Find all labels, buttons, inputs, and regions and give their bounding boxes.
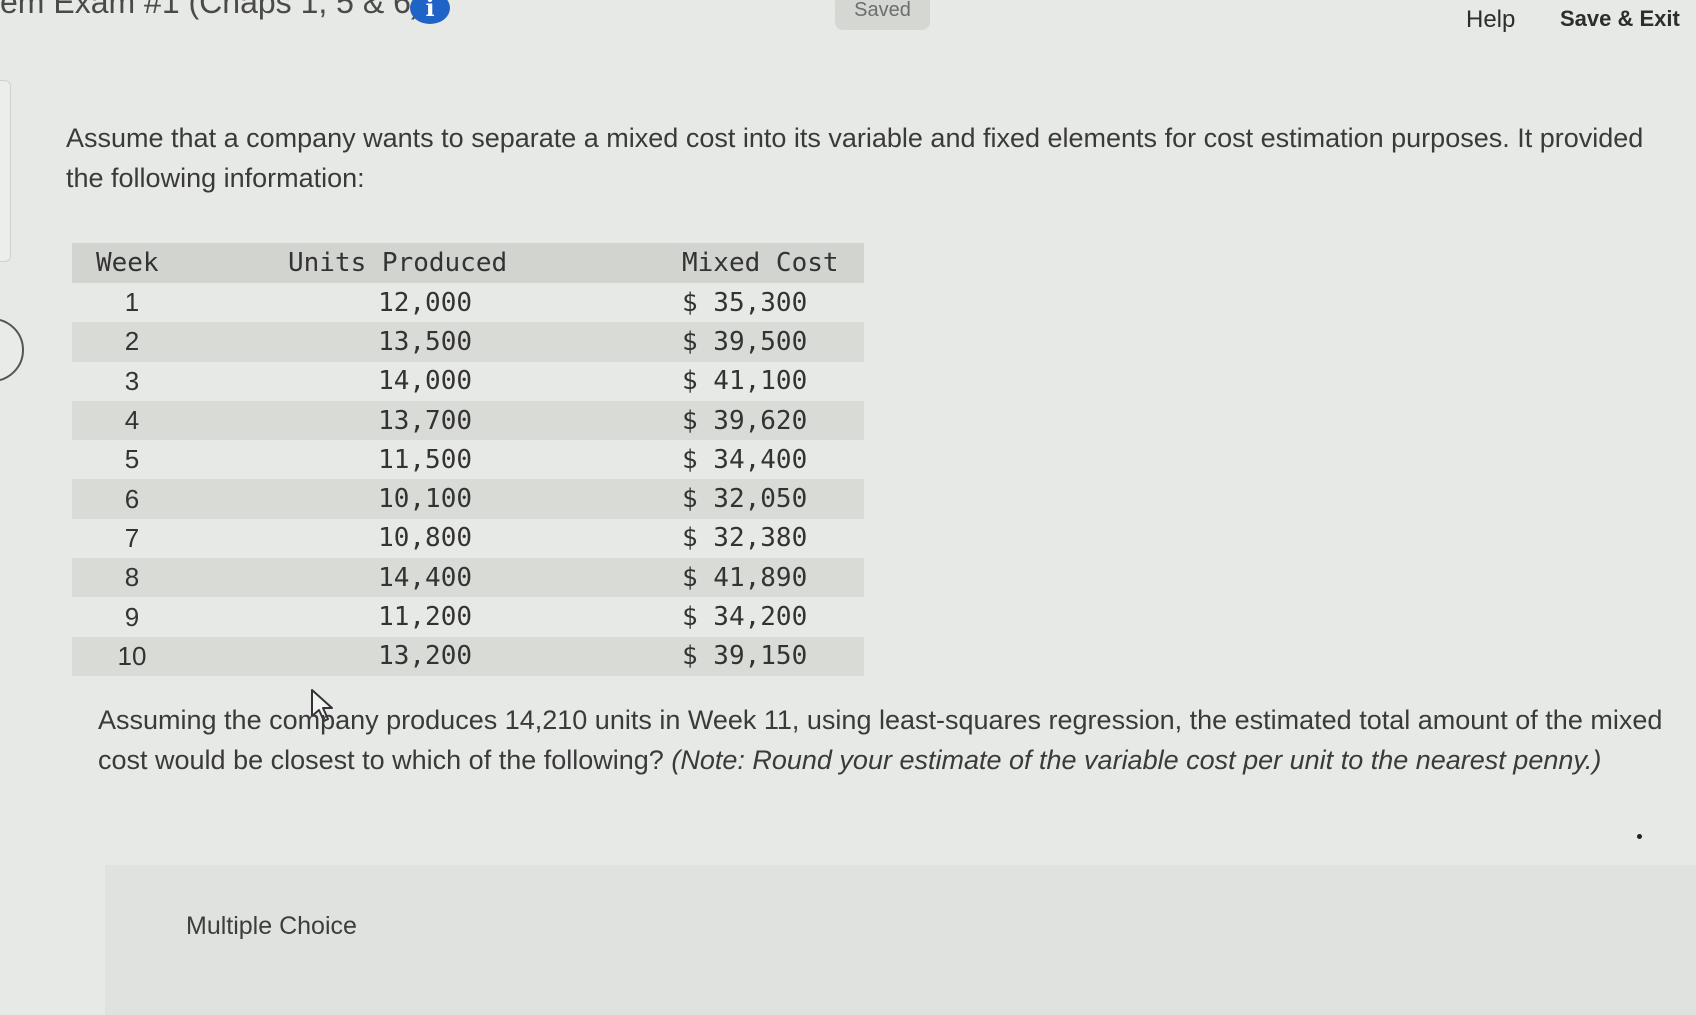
units-cell: 11,500 — [378, 444, 472, 475]
cost-cell: $ 39,620 — [682, 405, 808, 436]
cost-cell: $ 35,300 — [682, 287, 808, 318]
units-cell: 14,400 — [378, 562, 472, 593]
table-row: 8 14,400 $ 41,890 — [72, 558, 864, 598]
question-prompt: Assuming the company produces 14,210 uni… — [98, 700, 1668, 780]
table-row: 4 13,700 $ 39,620 — [72, 400, 864, 441]
table-row: 2 13,500 $ 39,500 — [72, 322, 864, 362]
table-row: 6 10,100 $ 32,050 — [72, 479, 864, 519]
cost-cell: $ 41,890 — [682, 562, 808, 593]
cost-cell: $ 41,100 — [682, 366, 808, 397]
exam-title: em Exam #1 (Chaps 1, 5 & 6) — [0, 0, 422, 20]
table-row: 1 12,000 $ 35,300 — [72, 283, 864, 322]
week-cell: 3 — [124, 365, 140, 396]
help-button[interactable]: Help — [1466, 6, 1515, 34]
question-nav-circle[interactable] — [0, 318, 24, 382]
units-cell: 13,500 — [378, 326, 472, 357]
units-cell: 10,800 — [378, 523, 472, 554]
table-header-row: Week Units Produced Mixed Cost — [72, 243, 864, 283]
header-mixed-cost: Mixed Cost — [682, 248, 839, 278]
table-row: 3 14,000 $ 41,100 — [72, 362, 864, 401]
week-cell: 2 — [124, 326, 140, 357]
cost-data-table: Week Units Produced Mixed Cost 1 12,000 … — [72, 243, 864, 676]
table-row: 10 13,200 $ 39,150 — [72, 636, 864, 676]
week-cell: 7 — [124, 522, 140, 553]
units-cell: 13,700 — [378, 405, 472, 436]
cost-cell: $ 39,150 — [682, 641, 808, 672]
header-week: Week — [96, 248, 159, 278]
side-panel-edge — [0, 80, 11, 262]
question-note: (Note: Round your estimate of the variab… — [671, 745, 1602, 775]
units-cell: 12,000 — [378, 287, 472, 318]
week-cell: 10 — [117, 640, 147, 671]
cost-cell: $ 34,400 — [682, 444, 808, 475]
cost-cell: $ 32,380 — [682, 523, 808, 554]
stray-dot — [1637, 834, 1642, 839]
units-cell: 13,200 — [378, 641, 472, 672]
units-cell: 11,200 — [378, 602, 472, 633]
top-bar: em Exam #1 (Chaps 1, 5 & 6) i Saved Help… — [0, 0, 1696, 50]
units-cell: 10,100 — [378, 484, 472, 515]
units-cell: 14,000 — [378, 366, 472, 397]
table-row: 7 10,800 $ 32,380 — [72, 519, 864, 558]
week-cell: 1 — [124, 287, 140, 318]
cost-cell: $ 39,500 — [682, 326, 808, 357]
table-row: 5 11,500 $ 34,400 — [72, 440, 864, 479]
header-units-produced: Units Produced — [288, 248, 508, 278]
saved-status-badge: Saved — [835, 0, 930, 30]
multiple-choice-label: Multiple Choice — [186, 912, 357, 940]
week-cell: 4 — [124, 405, 140, 436]
question-intro: Assume that a company wants to separate … — [66, 123, 1644, 193]
week-cell: 5 — [124, 444, 140, 475]
week-cell: 8 — [124, 562, 140, 593]
table-row: 9 11,200 $ 34,200 — [72, 597, 864, 636]
save-and-exit-button[interactable]: Save & Exit — [1560, 6, 1680, 32]
cost-cell: $ 34,200 — [682, 602, 808, 633]
week-cell: 9 — [124, 601, 140, 632]
week-cell: 6 — [124, 483, 140, 514]
cost-cell: $ 32,050 — [682, 484, 808, 515]
